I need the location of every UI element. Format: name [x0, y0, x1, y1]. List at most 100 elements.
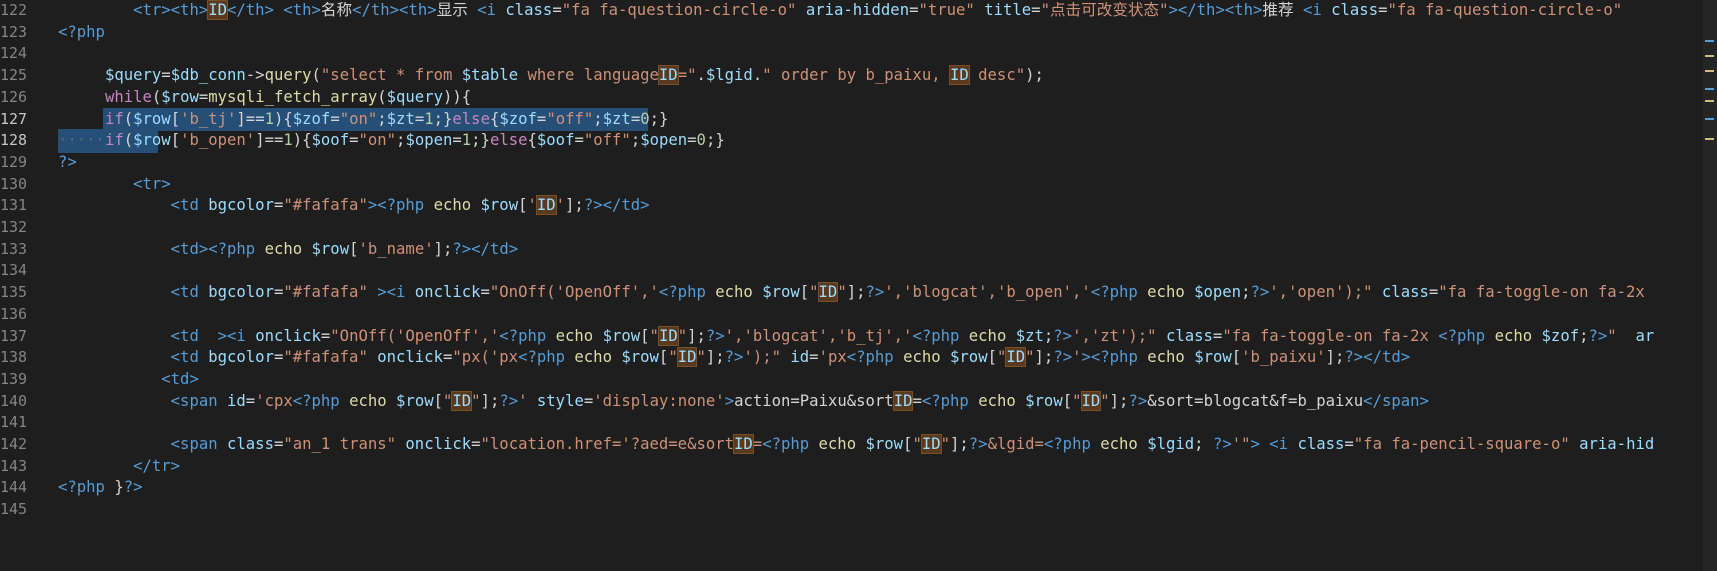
code-line[interactable]: 133 <td><?php echo $row['b_name'];?></td… — [0, 238, 1700, 262]
code-token: style — [536, 391, 584, 410]
match-highlight: ID — [948, 65, 970, 86]
code-token: "location.href='?aed=e&sort — [480, 435, 735, 453]
code-line[interactable]: 127 if($row['b_tj']==1){$zof="on";$zt=1;… — [0, 107, 1700, 132]
code-line[interactable]: 126 while($row=mysqli_fetch_array($query… — [0, 86, 1700, 110]
code-token: "true" — [918, 1, 975, 19]
code-token: ; — [1579, 326, 1589, 345]
code-token: "an_1 trans" — [283, 435, 397, 453]
code-token: ]; — [433, 239, 453, 258]
code-token: " — [1100, 391, 1110, 410]
code-line[interactable]: 131 <td bgcolor="#fafafa"><?php echo $ro… — [0, 194, 1700, 218]
code-token: -> — [245, 66, 265, 85]
code-token: "OnOff('OpenOff',' — [330, 326, 500, 345]
code-token: 'display:none' — [593, 391, 725, 410]
line-number: 127 — [0, 109, 28, 128]
code-token: ','blogcat','b_open',' — [884, 283, 1091, 302]
code-text: <td bgcolor="#fafafa"><?php echo $row['I… — [58, 194, 650, 218]
code-token: [ — [170, 109, 181, 128]
match-highlight: ID — [676, 347, 698, 368]
code-line[interactable]: 145 — [0, 498, 1700, 522]
code-token: 1 — [264, 109, 274, 128]
line-number: 137 — [0, 326, 28, 345]
line-number: 130 — [0, 174, 28, 193]
code-token: <?php — [292, 391, 340, 410]
code-token: " — [837, 283, 847, 302]
code-line[interactable]: 141 — [0, 411, 1700, 435]
code-token: ; — [1194, 435, 1213, 453]
code-line[interactable]: 122 <tr><th>ID</th> <th>名称</th><th>显示 <i… — [0, 0, 1700, 23]
line-number: 138 — [0, 348, 28, 367]
code-line[interactable]: 135 <td bgcolor="#fafafa" ><i onclick="O… — [0, 281, 1700, 305]
line-number: 136 — [0, 304, 28, 323]
code-token: [ — [799, 283, 810, 302]
code-token: ?> — [1344, 348, 1364, 367]
code-line[interactable]: 142 <span class="an_1 trans" onclick="lo… — [0, 433, 1700, 457]
code-token: ?> — [1588, 326, 1608, 345]
code-token: > — [1081, 348, 1091, 367]
code-line[interactable]: 130 <tr> — [0, 173, 1700, 197]
code-token: = — [630, 109, 641, 128]
code-token: ?> — [1250, 283, 1270, 302]
code-line[interactable]: 125 $query=$db_conn->query("select * fro… — [0, 64, 1700, 88]
code-line[interactable]: 128 ·····if($row['b_open']==1){$oof="on";… — [0, 129, 1700, 153]
code-token: 0 — [696, 131, 706, 150]
code-token: " — [996, 348, 1007, 367]
code-token: <i — [1269, 435, 1298, 453]
code-line[interactable]: 124 — [0, 42, 1700, 66]
editor-scrollbar[interactable] — [1703, 0, 1717, 571]
code-token: </span> — [1363, 391, 1429, 410]
code-token: = — [1344, 435, 1354, 453]
code-token: $row — [602, 326, 641, 345]
code-token: ?> — [452, 239, 472, 258]
code-token: echo — [715, 283, 753, 302]
line-number: 125 — [0, 66, 28, 85]
code-line[interactable]: 144 <?php }?> — [0, 476, 1700, 500]
code-token: $row — [621, 348, 659, 367]
code-token: </td> — [471, 239, 519, 258]
code-line[interactable]: 140 <span id='cpx<?php echo $row["ID"];?… — [0, 390, 1700, 414]
code-token: 'px — [818, 348, 847, 367]
code-token: <td — [170, 326, 209, 345]
code-token: $open — [1194, 283, 1242, 302]
code-token: ' — [527, 196, 537, 215]
code-line[interactable]: 138 <td bgcolor="#fafafa" onclick="px('p… — [0, 346, 1700, 370]
code-token: = — [273, 435, 284, 453]
code-line[interactable]: 137 <td ><i onclick="OnOff('OpenOff','<?… — [0, 325, 1700, 349]
code-editor[interactable]: 122 <tr><th>ID</th> <th>名称</th><th>显示 <i… — [0, 0, 1717, 571]
code-line[interactable]: 123 <?php — [0, 21, 1700, 45]
code-token: class — [505, 1, 553, 19]
code-token: ]; — [480, 391, 500, 410]
code-line[interactable]: 129 ?> — [0, 151, 1700, 175]
code-token: = — [471, 435, 481, 453]
match-highlight: ID — [207, 0, 228, 20]
code-token: ar — [1635, 326, 1655, 345]
code-line[interactable]: 132 — [0, 216, 1700, 240]
code-token: [ — [987, 348, 997, 367]
code-token: query — [264, 66, 312, 85]
code-token: bgcolor — [208, 196, 274, 215]
code-token: <?php — [58, 478, 105, 497]
code-token: $zt — [1015, 326, 1044, 345]
code-token: ?> — [1212, 435, 1232, 453]
code-token: desc" — [968, 66, 1026, 85]
code-line[interactable]: 136 — [0, 303, 1700, 327]
code-line[interactable]: 143 </tr> — [0, 455, 1700, 479]
code-token: "#fafafa" — [283, 283, 368, 302]
code-line[interactable]: 134 — [0, 259, 1700, 283]
code-token: if — [104, 131, 124, 150]
code-token: = — [1031, 1, 1041, 19]
code-token: <td — [170, 348, 209, 367]
code-token: "点击可改变状态" — [1040, 1, 1169, 19]
code-line[interactable]: 139 <td> — [0, 368, 1700, 392]
code-token: class — [1381, 283, 1429, 302]
code-token: id — [790, 348, 810, 367]
line-number: 128 — [0, 131, 28, 150]
